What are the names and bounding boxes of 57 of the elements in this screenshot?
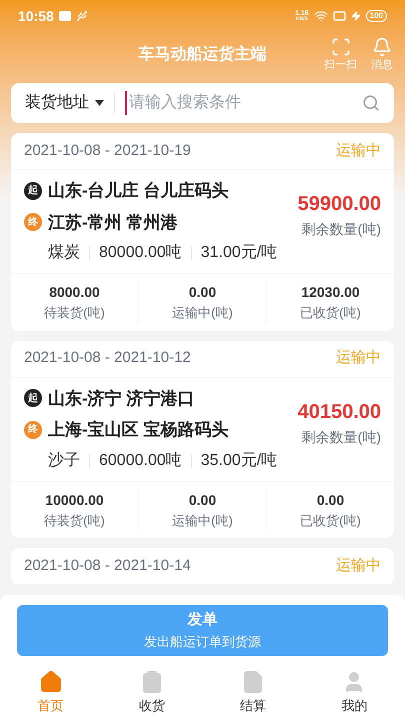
usb-icon [76,10,88,22]
battery-level: 100 [366,10,387,22]
date-range: 2021-10-08 - 2021-10-14 [24,556,191,576]
cargo-type: 沙子 [48,450,80,470]
status-label: 运输中 [336,556,381,576]
status-time: 10:58 [18,6,54,26]
search-icon[interactable] [362,94,380,112]
remaining-amount: 59900.00 [298,192,381,217]
stat-value: 10000.00 [45,490,104,510]
date-range: 2021-10-08 - 2021-10-12 [24,348,191,368]
order-card[interactable]: 2021-10-08 - 2021-10-14 运输中 [11,548,394,585]
destination-badge: 终 [24,420,42,439]
stat-label: 运输中(吨) [172,304,233,322]
home-icon [38,670,63,694]
stat-label: 已收货(吨) [300,304,361,322]
tab-item[interactable]: 收货 [101,665,202,720]
stat-label: 待装货(吨) [44,512,105,530]
charging-icon [350,11,361,22]
date-range: 2021-10-08 - 2021-10-19 [24,140,191,161]
screen-icon [332,11,346,22]
origin-badge: 起 [24,182,42,200]
remaining-label: 剩余数量(吨) [302,220,381,239]
bell-icon [372,36,392,57]
search-field[interactable]: 请输入搜索条件 [125,90,362,115]
app-title: 车马动船运货主端 [138,44,266,65]
stat-value: 0.00 [316,490,344,510]
filter-dropdown[interactable]: 装货地址 [25,90,104,115]
scan-icon [330,36,350,57]
destination-badge: 终 [24,213,42,232]
stat-value: 8000.00 [49,283,100,302]
wifi-icon [314,9,328,24]
stat-label: 运输中(吨) [172,512,233,530]
destination-address: 上海-宝山区 宝杨路码头 [48,419,228,441]
stat-value: 12030.00 [301,283,360,302]
stat-value: 0.00 [188,283,216,302]
search-bar[interactable]: 装货地址 请输入搜索条件 [11,82,394,123]
remaining-amount: 40150.00 [298,400,381,424]
freight-price: 35.00元/吨 [200,450,278,470]
stat-label: 待装货(吨) [44,304,105,322]
status-label: 运输中 [336,140,381,161]
status-label: 运输中 [336,348,381,368]
freight-price: 31.00元/吨 [200,242,278,263]
cargo-quantity: 80000.00吨 [99,242,182,263]
origin-address: 山东-台儿庄 台儿庄码头 [48,180,228,202]
destination-address: 江苏-常州 常州港 [48,212,178,234]
caret-icon [95,100,104,106]
cargo-quantity: 60000.00吨 [99,450,182,470]
remaining-label: 剩余数量(吨) [302,428,381,447]
origin-address: 山东-济宁 济宁港口 [48,388,194,410]
stat-label: 已收货(吨) [300,512,361,530]
tab-item[interactable]: 结算 [202,665,304,720]
order-card[interactable]: 2021-10-08 - 2021-10-19 运输中 起 山东-台儿庄 台儿庄码头 终 江苏-常州 常州港 煤炭 80000.00吨 31.00元/吨 59900.00 剩余数量(吨) 8000.00 待装货(吨) 0.00 运输中(吨) 12030.00 已收货(吨) [11,133,394,330]
order-card[interactable]: 2021-10-08 - 2021-10-12 运输中 起 山东-济宁 济宁港口 终 上海-宝山区 宝杨路码头 沙子 60000.00吨 35.00元/吨 40150.00 剩余数量(吨) 10000.00 待装货(吨) 0.00 运输中(吨) 0.00 已收货(吨) [11,340,394,538]
tab-item[interactable]: 我的 [304,665,405,720]
stat-value: 0.00 [188,490,216,510]
origin-badge: 起 [24,389,42,408]
cargo-type: 煤炭 [48,242,80,263]
